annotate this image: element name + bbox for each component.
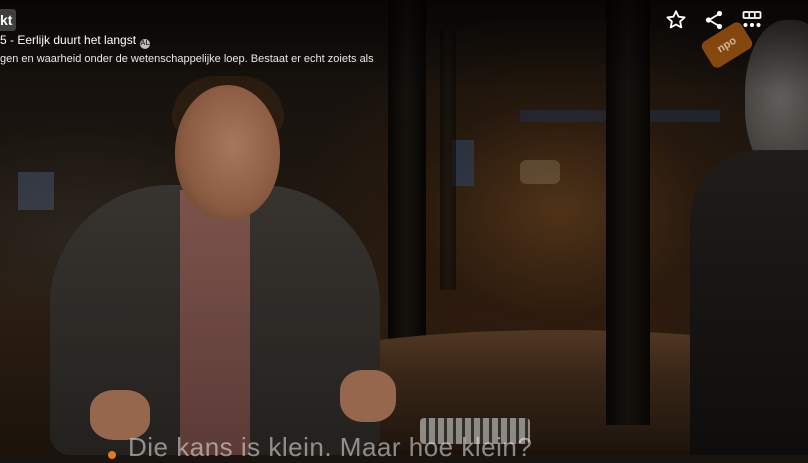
share-button[interactable]: [702, 8, 726, 32]
age-rating-badge: AL: [140, 39, 151, 49]
subtitle-indicator: [108, 451, 116, 459]
more-options-button[interactable]: [740, 8, 764, 32]
episode-title: 5 - Eerlijk duurt het langst AL: [0, 33, 151, 49]
star-icon: [666, 10, 686, 29]
grid-menu-icon: [742, 11, 762, 27]
episode-label: 5 - Eerlijk duurt het langst: [0, 33, 137, 47]
episode-description: gen en waarheid onder de wetenschappelij…: [0, 53, 374, 65]
video-frame[interactable]: [0, 0, 808, 455]
favorite-button[interactable]: [664, 8, 688, 32]
program-title: kt: [0, 9, 17, 31]
subtitle-text: Die kans is klein. Maar hoe klein?: [128, 432, 533, 462]
share-icon: [705, 10, 723, 30]
